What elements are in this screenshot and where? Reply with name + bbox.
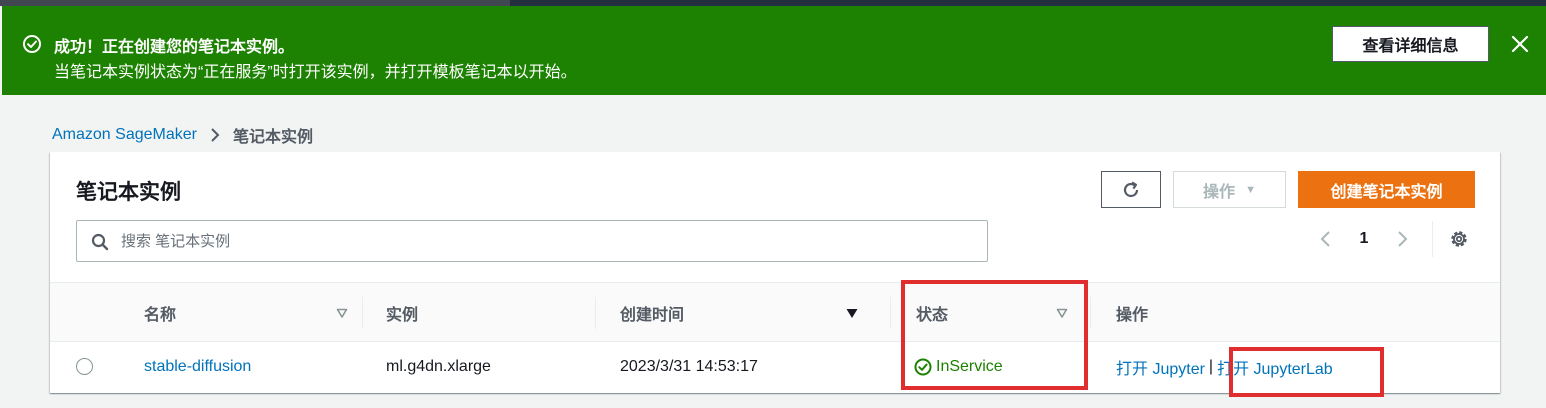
pagination: 1: [1316, 221, 1470, 257]
page-number[interactable]: 1: [1336, 230, 1392, 248]
pager-divider: [1432, 221, 1433, 257]
table-row: stable-diffusion ml.g4dn.xlarge 2023/3/3…: [50, 342, 1500, 392]
actions-cell: 打开 Jupyter | 打开 JupyterLab: [1116, 342, 1333, 392]
row-select-radio[interactable]: [76, 358, 93, 375]
breadcrumb: Amazon SageMaker 笔记本实例: [52, 123, 313, 147]
sort-icon[interactable]: [336, 307, 348, 319]
close-icon[interactable]: [1510, 34, 1530, 54]
column-header-status[interactable]: 状态: [916, 283, 1082, 343]
link-separator: |: [1208, 358, 1214, 375]
table-header: 名称 实例 创建时间 状态 操作: [50, 282, 1500, 342]
caret-down-icon: ▼: [1245, 183, 1256, 196]
instance-name-link[interactable]: stable-diffusion: [144, 342, 251, 392]
breadcrumb-current: 笔记本实例: [232, 129, 313, 146]
actions-dropdown-button[interactable]: 操作 ▼: [1173, 171, 1286, 208]
column-divider: [1090, 297, 1091, 329]
status-badge: InService: [914, 358, 1003, 376]
flash-message: 当笔记本实例状态为“正在服务”时打开该实例，并打开模板笔记本以开始。: [54, 64, 577, 81]
creation-time-cell: 2023/3/31 14:53:17: [620, 358, 758, 375]
check-circle-icon: [914, 358, 932, 376]
chevron-left-icon[interactable]: [1316, 226, 1336, 252]
status-text: InService: [936, 358, 1003, 375]
sort-descending-icon[interactable]: [846, 307, 858, 319]
panel-title: 笔记本实例: [76, 181, 181, 204]
success-flashbar: 成功！正在创建您的笔记本实例。 当笔记本实例状态为“正在服务”时打开该实例，并打…: [2, 6, 1546, 95]
column-created-label: 创建时间: [620, 307, 685, 324]
chevron-right-icon: [211, 128, 220, 142]
column-divider: [890, 297, 891, 329]
refresh-button[interactable]: [1101, 171, 1161, 208]
flash-title: 成功！正在创建您的笔记本实例。: [54, 39, 295, 56]
check-circle-icon: [23, 35, 41, 53]
status-cell: InService: [914, 342, 1003, 392]
create-notebook-instance-button[interactable]: 创建笔记本实例: [1298, 171, 1475, 208]
column-instance-label: 实例: [386, 307, 419, 324]
column-header-created[interactable]: 创建时间: [620, 283, 872, 343]
instance-name-text[interactable]: stable-diffusion: [144, 358, 251, 376]
column-header-name[interactable]: 名称: [144, 283, 362, 343]
column-name-label: 名称: [144, 307, 177, 324]
chevron-right-icon[interactable]: [1392, 226, 1412, 252]
search-input[interactable]: [121, 229, 961, 253]
actions-label: 操作: [1203, 183, 1236, 201]
column-divider: [595, 297, 596, 329]
view-details-button[interactable]: 查看详细信息: [1332, 26, 1489, 62]
instance-type-cell: ml.g4dn.xlarge: [386, 358, 491, 375]
breadcrumb-sagemaker-link[interactable]: Amazon SageMaker: [52, 126, 197, 144]
refresh-icon: [1123, 181, 1139, 197]
gear-icon[interactable]: [1448, 228, 1470, 250]
notebook-instances-panel: 笔记本实例 操作 ▼ 创建笔记本实例 1: [50, 152, 1500, 393]
column-header-actions: 操作: [1116, 283, 1316, 343]
column-header-instance: 实例: [386, 283, 586, 343]
sort-icon[interactable]: [1056, 307, 1068, 319]
column-status-label: 状态: [916, 307, 949, 324]
column-divider: [362, 297, 363, 329]
search-icon: [91, 233, 109, 251]
column-actions-label: 操作: [1116, 307, 1149, 324]
search-box: [76, 220, 988, 262]
open-jupyter-link[interactable]: 打开 Jupyter: [1116, 355, 1205, 379]
open-jupyterlab-link[interactable]: 打开 JupyterLab: [1217, 355, 1333, 379]
